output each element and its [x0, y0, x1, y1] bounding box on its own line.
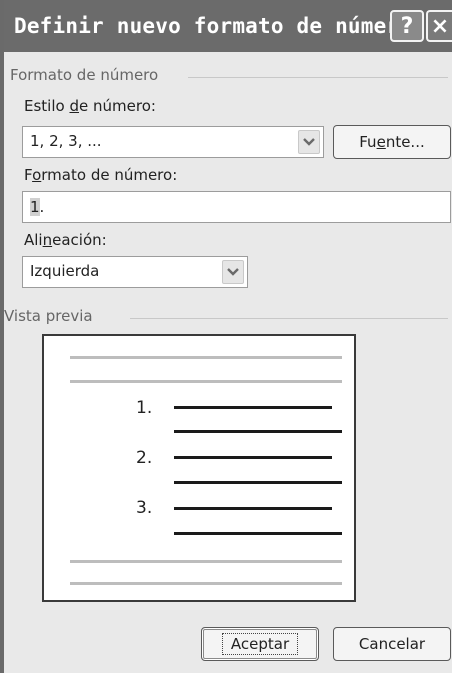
preview-grey-line — [70, 380, 342, 383]
dialog-title: Definir nuevo formato de número — [14, 14, 413, 38]
number-style-label: Estilo de número: — [24, 97, 156, 115]
preview-grey-line — [70, 356, 342, 359]
close-icon: × — [430, 13, 450, 39]
preview-group-divider — [130, 318, 448, 319]
format-group-label: Formato de número — [10, 66, 159, 84]
preview-number-2: 2. — [136, 448, 153, 468]
help-icon: ? — [400, 13, 414, 39]
number-style-dropdown-button[interactable] — [298, 130, 320, 154]
close-button[interactable]: × — [426, 10, 452, 42]
alignment-select[interactable]: Izquierda — [22, 256, 248, 288]
help-button[interactable]: ? — [390, 10, 424, 42]
preview-text-line — [174, 532, 342, 535]
number-format-value: 1. — [30, 198, 45, 216]
cancel-button[interactable]: Cancelar — [333, 627, 451, 661]
ok-button-label: Aceptar — [221, 633, 299, 655]
font-button[interactable]: Fuente... — [333, 125, 451, 159]
preview-text-line — [174, 430, 342, 433]
alignment-value: Izquierda — [30, 262, 100, 280]
preview-text-line — [174, 456, 332, 459]
preview-number-1: 1. — [136, 398, 153, 418]
alignment-dropdown-button[interactable] — [222, 260, 244, 284]
font-button-label: Fuente... — [359, 133, 425, 151]
title-bar[interactable]: Definir nuevo formato de número ? × — [4, 0, 452, 52]
ok-button[interactable]: Aceptar — [201, 627, 319, 661]
format-group-divider — [188, 77, 448, 78]
define-number-format-dialog: Definir nuevo formato de número ? × Form… — [0, 0, 452, 673]
chevron-down-icon — [303, 138, 315, 146]
preview-text-line — [174, 481, 342, 484]
number-style-value: 1, 2, 3, ... — [30, 132, 102, 150]
preview-group-label: Vista previa — [4, 307, 93, 325]
alignment-label: Alineación: — [24, 231, 107, 249]
number-style-select[interactable]: 1, 2, 3, ... — [22, 126, 324, 158]
preview-grey-line — [70, 560, 342, 563]
number-format-label: Formato de número: — [24, 166, 178, 184]
preview-number-3: 3. — [136, 498, 153, 518]
preview-text-line — [174, 507, 332, 510]
cancel-button-label: Cancelar — [358, 635, 426, 653]
chevron-down-icon — [227, 268, 239, 276]
preview-text-line — [174, 406, 332, 409]
preview-grey-line — [70, 582, 342, 585]
number-format-input[interactable]: 1. — [22, 191, 451, 223]
preview-box: 1. 2. 3. — [42, 334, 356, 602]
